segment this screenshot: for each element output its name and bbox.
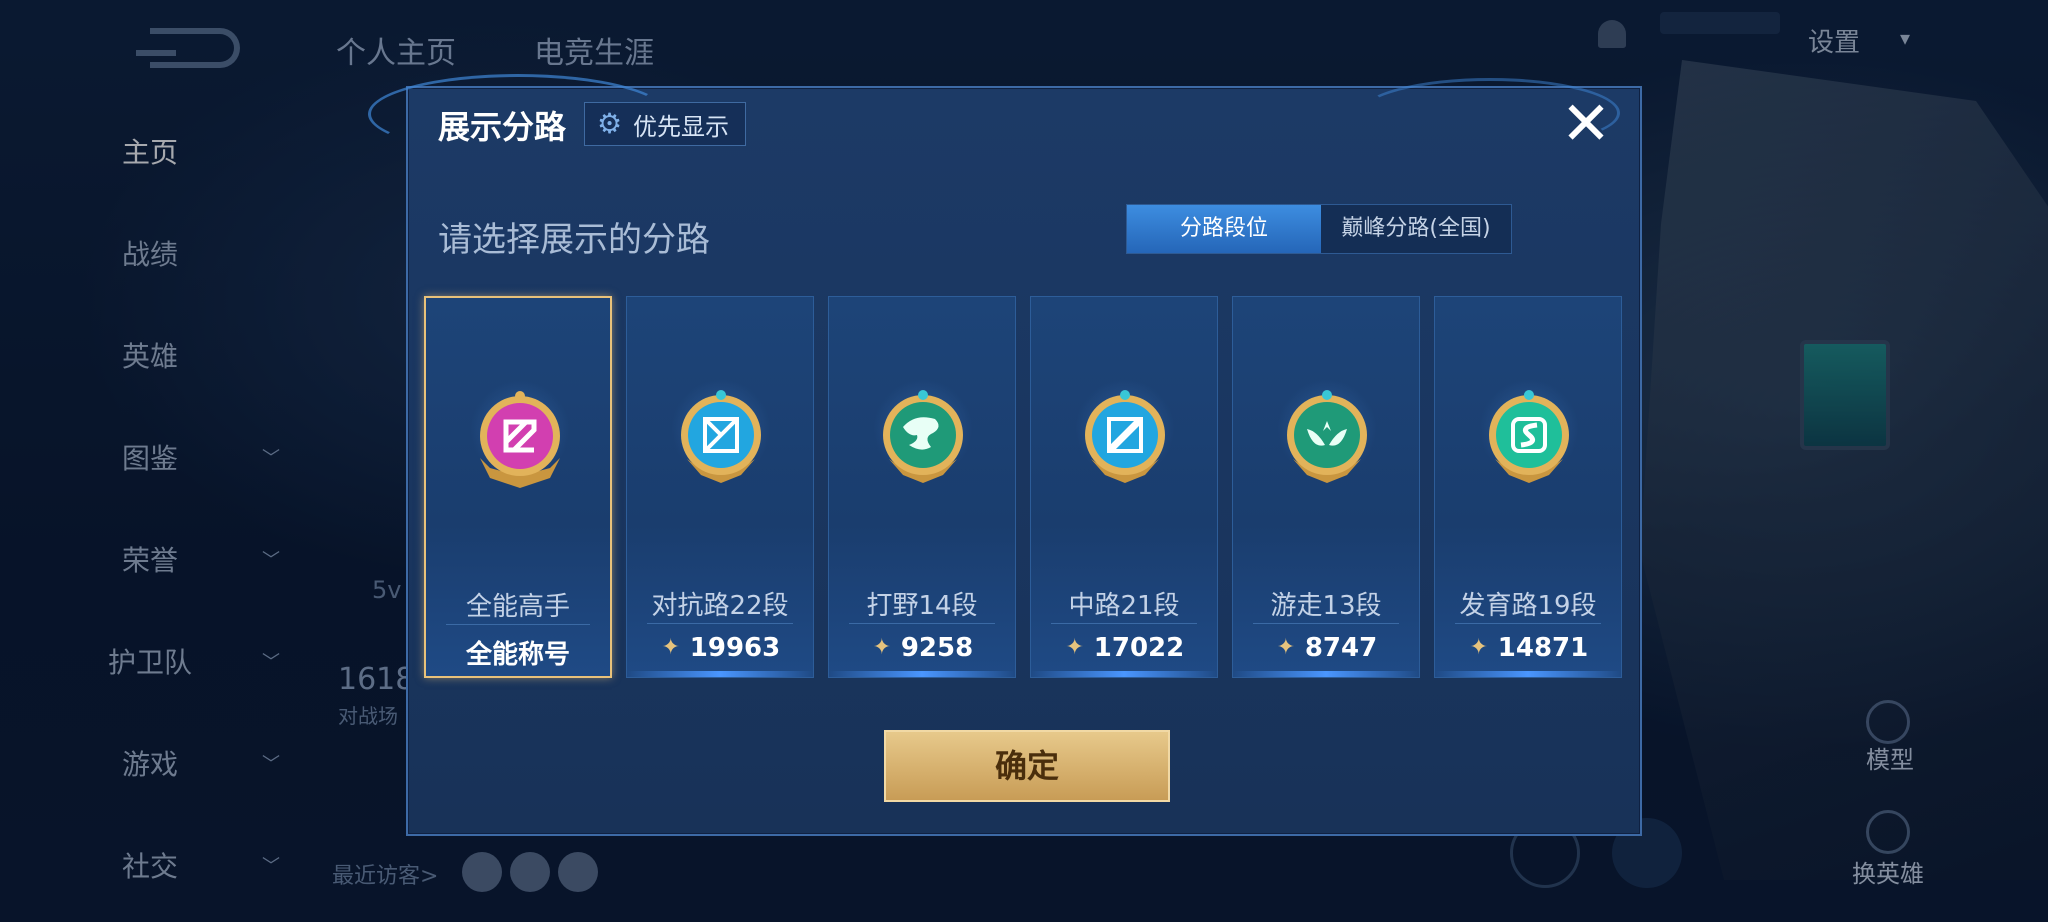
- lane-card-mid[interactable]: 中路21段 ✦ 17022: [1030, 296, 1218, 678]
- lane-score: ✦ 8747: [1233, 633, 1419, 663]
- card-glow: [627, 671, 813, 677]
- lane-card-jungle[interactable]: 打野14段 ✦ 9258: [828, 296, 1016, 678]
- trophy-icon: ✦: [661, 635, 680, 660]
- lane-score-value: 9258: [900, 633, 974, 663]
- card-glow: [829, 671, 1015, 677]
- lane-score: 全能称号: [426, 634, 610, 671]
- tab-peak-lane[interactable]: 巅峰分路(全国): [1321, 205, 1511, 253]
- lane-name: 全能高手: [465, 592, 570, 622]
- lane-score: ✦ 14871: [1435, 633, 1621, 663]
- sword-badge-icon: [681, 390, 761, 483]
- allround-badge-icon: [480, 391, 560, 488]
- priority-display-button[interactable]: ⚙ 优先显示: [584, 102, 746, 146]
- lane-card-clash[interactable]: 对抗路22段 ✦ 19963: [626, 296, 814, 678]
- divider: [647, 623, 793, 624]
- divider: [1051, 623, 1197, 624]
- lane-card-farm[interactable]: 发育路19段 ✦ 14871: [1434, 296, 1622, 678]
- divider: [1455, 623, 1601, 624]
- priority-display-label: 优先显示: [633, 112, 729, 141]
- lane-score-value: 19963: [689, 633, 781, 663]
- lane-score: ✦ 17022: [1031, 633, 1217, 663]
- lane-name: 打野14段: [866, 591, 978, 621]
- lane-card-roam[interactable]: 游走13段 ✦ 8747: [1232, 296, 1420, 678]
- trophy-icon: ✦: [1469, 635, 1488, 660]
- lane-score-value: 8747: [1304, 633, 1378, 663]
- lane-score-value: 14871: [1497, 633, 1589, 663]
- dialog-subtitle: 请选择展示的分路: [438, 220, 710, 260]
- trophy-icon: ✦: [872, 635, 892, 660]
- lane-score-value: 17022: [1093, 633, 1185, 663]
- dragon-badge-icon: [883, 390, 963, 483]
- card-glow: [1031, 671, 1217, 677]
- close-icon[interactable]: ✕: [1558, 94, 1614, 154]
- lane-type-toggle: 分路段位 巅峰分路(全国): [1126, 204, 1512, 254]
- lane-score-value: 全能称号: [465, 640, 570, 670]
- divider: [446, 624, 590, 625]
- lane-card-list: 全能高手 全能称号 对抗路22段 ✦ 19963 打野14段 ✦ 9258 中路…: [424, 296, 1622, 678]
- lane-name: 发育路19段: [1459, 591, 1597, 621]
- card-glow: [1233, 671, 1419, 677]
- tab-lane-rank[interactable]: 分路段位: [1127, 205, 1321, 253]
- lane-name: 游走13段: [1270, 591, 1382, 621]
- card-glow: [1435, 671, 1621, 677]
- gear-icon: ⚙: [597, 107, 623, 140]
- dialog-title: 展示分路: [438, 108, 567, 146]
- lane-name: 中路21段: [1068, 591, 1180, 621]
- divider: [849, 623, 995, 624]
- lane-card-allround[interactable]: 全能高手 全能称号: [424, 296, 612, 678]
- lane-display-dialog: 展示分路 ⚙ 优先显示 ✕ 请选择展示的分路 分路段位 巅峰分路(全国) 全能高…: [368, 74, 1642, 836]
- arrow-badge-icon: [1489, 390, 1569, 483]
- trophy-icon: ✦: [1276, 635, 1296, 660]
- lane-name: 对抗路22段: [651, 591, 789, 621]
- trophy-icon: ✦: [1065, 635, 1084, 660]
- lane-score: ✦ 9258: [829, 633, 1015, 663]
- wings-badge-icon: [1287, 390, 1367, 483]
- confirm-button[interactable]: 确定: [884, 730, 1170, 802]
- divider: [1253, 623, 1399, 624]
- lane-score: ✦ 19963: [627, 633, 813, 663]
- staff-badge-icon: [1085, 390, 1165, 483]
